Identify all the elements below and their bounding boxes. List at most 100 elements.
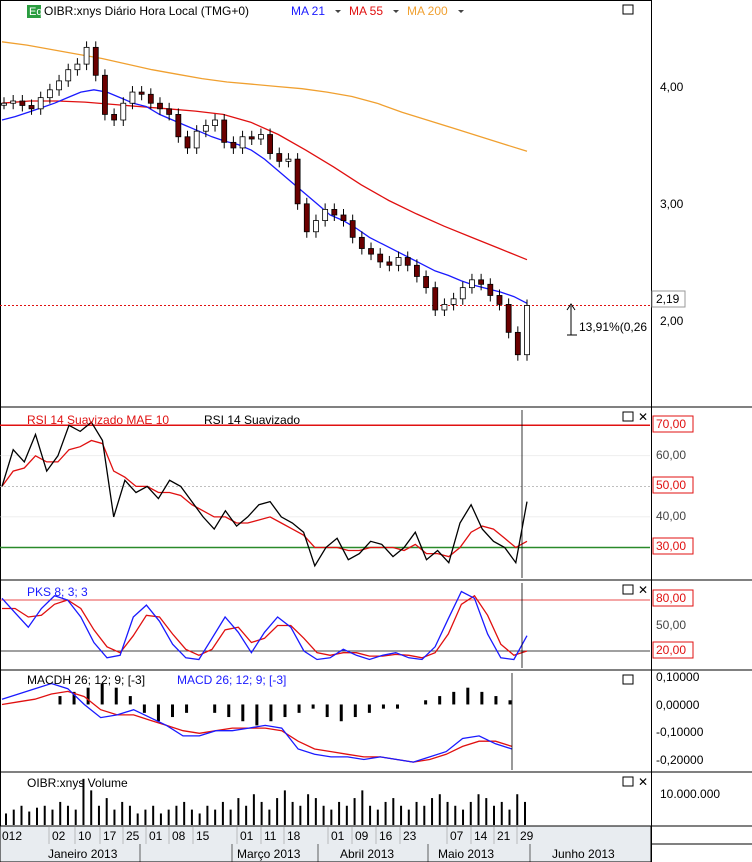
legend-ma55[interactable]: MA 55 (349, 4, 383, 18)
candle (10, 100, 17, 104)
macd-level: 0,00000 (656, 698, 700, 712)
month-label: Março 2013 (237, 847, 301, 861)
maximize-icon[interactable] (622, 776, 634, 787)
candle (505, 304, 512, 333)
candle (65, 69, 72, 82)
candle (120, 102, 127, 121)
candle (423, 276, 429, 289)
rsi-level: 60,00 (656, 448, 686, 462)
pks-level: 50,00 (656, 618, 686, 632)
candle (322, 209, 329, 221)
candle (212, 119, 218, 126)
candle (469, 279, 475, 289)
macd-panel (1, 673, 513, 770)
pks-level: 80,00 (656, 591, 686, 605)
day-tick: 14 (474, 829, 488, 843)
close-icon[interactable]: ✕ (638, 410, 648, 424)
maximize-icon[interactable] (622, 411, 634, 422)
candle (303, 203, 310, 233)
day-tick: 21 (497, 829, 511, 843)
candle (111, 114, 118, 121)
price-panel (0, 41, 650, 361)
day-tick: 012 (2, 829, 22, 843)
day-tick: 01 (331, 829, 345, 843)
ma21-line (1, 89, 528, 304)
candle (138, 91, 145, 95)
legend-macd[interactable]: MACD 26; 12; 9; [-3] (177, 673, 286, 687)
rsi-line (1, 421, 528, 568)
candle (487, 283, 494, 296)
maximize-icon[interactable] (622, 4, 634, 15)
candle (450, 298, 457, 305)
candle (102, 74, 108, 115)
legend-volume[interactable]: OIBR:xnys Volume (27, 776, 128, 790)
day-tick: 29 (520, 829, 534, 843)
day-tick: 09 (355, 829, 369, 843)
day-tick: 08 (172, 829, 186, 843)
day-tick: 11 (264, 829, 277, 843)
candle (349, 220, 356, 238)
candle (404, 257, 411, 266)
candle (441, 304, 448, 311)
candle (377, 253, 384, 263)
chart-canvas: 012 02 10 17 25 01 08 15 01 11 18 01 09 16 23 07 14 21 29 J… (0, 0, 752, 862)
candle (285, 158, 292, 162)
candle (157, 102, 163, 110)
candle (166, 108, 173, 115)
candle (313, 220, 319, 233)
candle (258, 134, 264, 140)
candle (514, 331, 521, 356)
rsi-level: 40,00 (656, 509, 686, 523)
day-tick: 25 (126, 829, 140, 843)
candle (19, 100, 26, 106)
candle (478, 279, 485, 285)
legend-ma200[interactable]: MA 200 (407, 4, 448, 18)
maximize-icon[interactable] (622, 584, 634, 595)
candle (147, 93, 154, 104)
macd-level: -0,10000 (656, 725, 704, 739)
candle (368, 248, 374, 255)
symbol-title[interactable]: OIBR:xnys Diário Hora Local (TMG+0) (44, 4, 249, 18)
candle (239, 136, 246, 149)
candle (413, 264, 420, 277)
candle (267, 134, 273, 154)
rsi-level: 50,00 (656, 478, 686, 492)
candle (37, 97, 44, 110)
candle (175, 114, 182, 138)
legend-pks[interactable]: PKS 8; 3; 3 (27, 585, 88, 599)
close-icon[interactable]: ✕ (638, 775, 648, 789)
candle (524, 305, 530, 356)
macd-level: 0,10000 (656, 670, 700, 684)
month-label: Janeiro 2013 (48, 847, 118, 861)
month-label: Junho 2013 (552, 847, 615, 861)
candle (496, 295, 503, 305)
current-price-label: 2,19 (656, 292, 680, 306)
close-icon[interactable]: ✕ (638, 583, 648, 597)
candle (340, 214, 347, 221)
candle (184, 136, 191, 149)
candle (248, 136, 255, 140)
rsi-level: 70,00 (656, 417, 686, 431)
candle (276, 153, 283, 162)
candle (193, 130, 200, 149)
pks-k-line (1, 590, 528, 661)
candle (129, 91, 136, 104)
price-tick: 2,00 (660, 314, 684, 328)
candle (92, 46, 99, 76)
day-tick: 17 (103, 829, 117, 843)
legend-macdh[interactable]: MACDH 26; 12; 9; [-3] (27, 673, 145, 687)
day-tick: 15 (196, 829, 210, 843)
candle (83, 46, 90, 65)
day-tick: 16 (379, 829, 393, 843)
legend-ma21[interactable]: MA 21 (291, 4, 325, 18)
candle (358, 236, 365, 249)
pks-panel (0, 583, 650, 668)
day-tick: 18 (287, 829, 301, 843)
legend-rsi-mae[interactable]: RSI 14 Suavizado MAE 10 (27, 413, 169, 427)
maximize-icon[interactable] (622, 674, 634, 685)
legend-rsi[interactable]: RSI 14 Suavizado (204, 413, 300, 427)
ma200-line (1, 41, 528, 152)
candle (331, 209, 338, 216)
candle (28, 105, 35, 110)
candle (56, 80, 62, 91)
